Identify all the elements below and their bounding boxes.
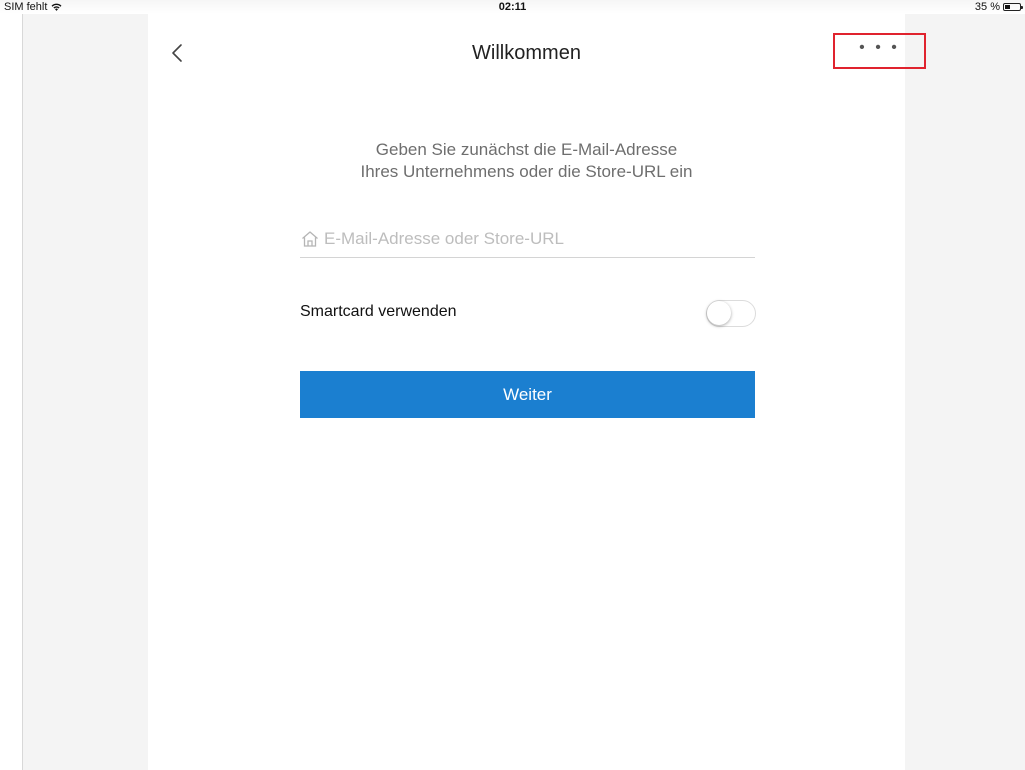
device-edge [0,14,22,770]
page-title: Willkommen [472,42,581,64]
battery-percent: 35 % [974,1,1000,13]
battery-fill [1005,5,1010,9]
email-input[interactable] [324,229,744,249]
battery-tip [1021,6,1023,9]
intro-text: Geben Sie zunächst die E-Mail-Adresse Ih… [148,139,905,183]
more-options-button[interactable]: • • • [833,33,926,69]
app-window: SIM fehlt 02:11 35 % Willkommen • • • Ge… [0,0,1025,770]
home-icon [302,231,318,247]
status-battery: 35 % [974,0,1023,14]
smartcard-label: Smartcard verwenden [300,303,457,320]
more-icon: • • • [859,39,900,56]
continue-button[interactable]: Weiter [300,371,755,418]
status-time: 02:11 [498,1,527,13]
email-field[interactable] [300,221,755,258]
smartcard-toggle[interactable] [706,300,756,327]
intro-line-2: Ihres Unternehmens oder die Store-URL ei… [360,162,693,181]
battery-icon [1003,3,1023,11]
intro-line-1: Geben Sie zunächst die E-Mail-Adresse [375,140,678,159]
toggle-knob [707,301,731,325]
